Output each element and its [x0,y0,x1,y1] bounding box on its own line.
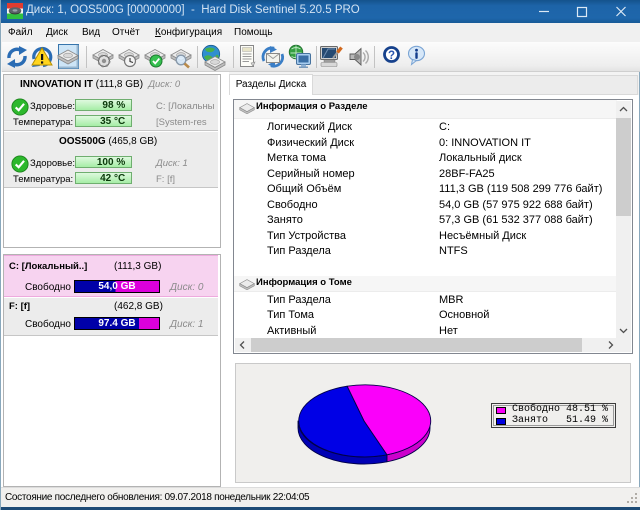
svg-text:?: ? [388,50,395,62]
